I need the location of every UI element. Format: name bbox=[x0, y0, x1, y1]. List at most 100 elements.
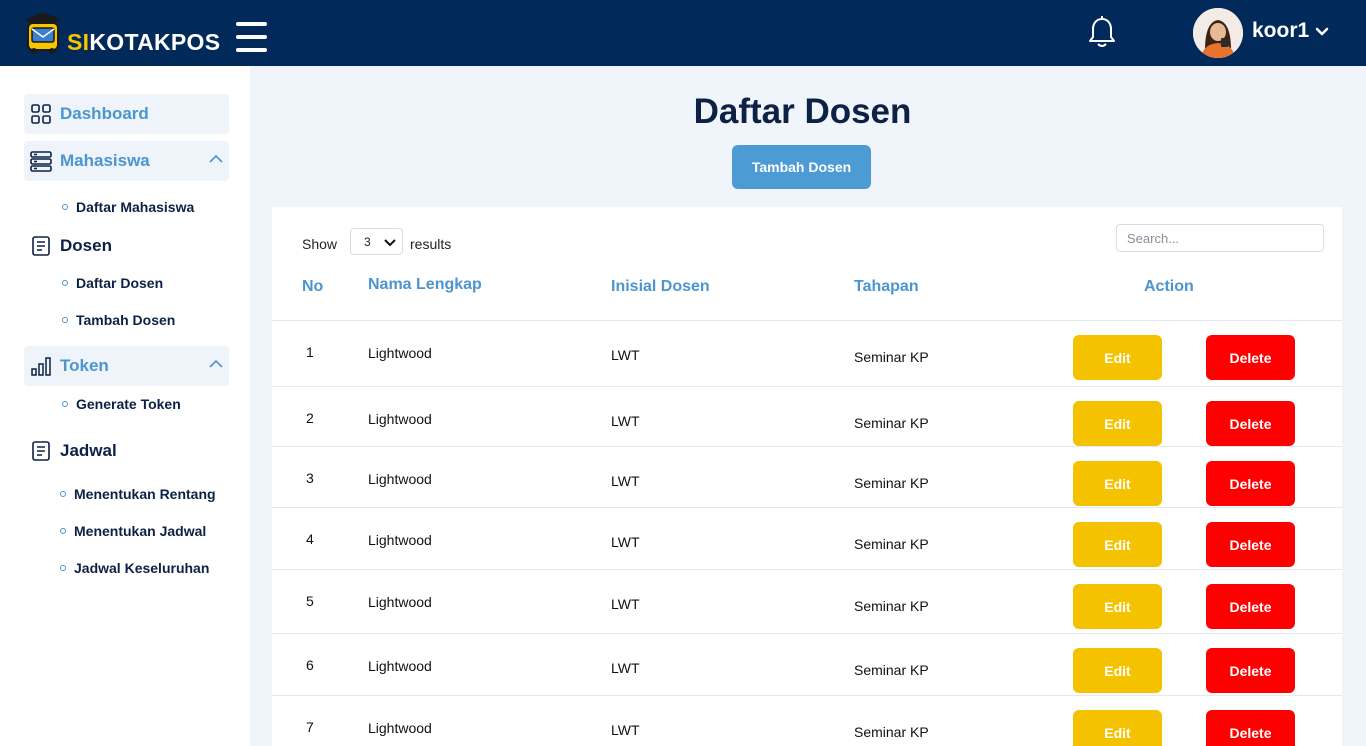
page-size-select[interactable]: 3 bbox=[350, 228, 403, 255]
delete-button[interactable]: Delete bbox=[1206, 522, 1295, 567]
edit-button[interactable]: Edit bbox=[1073, 522, 1162, 567]
sidebar-subitem-label: Jadwal Keseluruhan bbox=[74, 560, 210, 576]
sidebar-subitem-label: Daftar Dosen bbox=[76, 275, 164, 291]
grid-icon bbox=[31, 104, 51, 124]
delete-button[interactable]: Delete bbox=[1206, 335, 1295, 380]
sidebar-item-dashboard[interactable]: Dashboard bbox=[24, 94, 229, 134]
delete-button[interactable]: Delete bbox=[1206, 648, 1295, 693]
sidebar-subitem-daftar-dosen[interactable]: Daftar Dosen bbox=[62, 275, 163, 291]
delete-button[interactable]: Delete bbox=[1206, 584, 1295, 629]
table-row: 3 Lightwood LWT Seminar KP Edit Delete bbox=[272, 447, 1342, 508]
document-icon bbox=[32, 236, 50, 256]
column-header-nama: Nama Lengkap bbox=[368, 276, 482, 293]
sidebar-subitem-menentukan-rentang[interactable]: Menentukan Rentang bbox=[60, 486, 216, 502]
edit-button[interactable]: Edit bbox=[1073, 584, 1162, 629]
column-header-tahapan: Tahapan bbox=[854, 278, 919, 295]
chevron-up-icon[interactable] bbox=[209, 359, 223, 369]
cell-nama: Lightwood bbox=[368, 658, 432, 674]
sidebar-item-label: Dosen bbox=[60, 236, 112, 255]
sidebar-item-token[interactable]: Token bbox=[24, 346, 229, 386]
delete-button[interactable]: Delete bbox=[1206, 710, 1295, 746]
sidebar-item-dosen[interactable]: Dosen bbox=[24, 226, 229, 266]
cell-tahapan: Seminar KP bbox=[854, 475, 929, 491]
table-row: 4 Lightwood LWT Seminar KP Edit Delete bbox=[272, 508, 1342, 570]
username[interactable]: koor1 bbox=[1252, 19, 1309, 43]
sidebar-item-label: Mahasiswa bbox=[60, 151, 150, 170]
sidebar-item-label: Token bbox=[60, 356, 109, 375]
edit-button[interactable]: Edit bbox=[1073, 648, 1162, 693]
sidebar-subitem-label: Daftar Mahasiswa bbox=[76, 199, 195, 215]
dosen-table-card: Show 3 results No Nama Lengkap Inisial D… bbox=[272, 207, 1342, 746]
page-title: Daftar Dosen bbox=[693, 92, 912, 131]
search-input[interactable] bbox=[1116, 224, 1324, 252]
cell-nama: Lightwood bbox=[368, 471, 432, 487]
cell-nama: Lightwood bbox=[368, 594, 432, 610]
edit-button[interactable]: Edit bbox=[1073, 461, 1162, 506]
sidebar-subitem-label: Generate Token bbox=[76, 396, 181, 412]
cell-no: 1 bbox=[306, 344, 314, 360]
cell-inisial: LWT bbox=[611, 722, 640, 738]
avatar[interactable] bbox=[1193, 8, 1243, 58]
sidebar-subitem-jadwal-keseluruhan[interactable]: Jadwal Keseluruhan bbox=[60, 560, 209, 576]
chevron-down-icon bbox=[384, 239, 396, 247]
cell-inisial: LWT bbox=[611, 413, 640, 429]
column-header-action: Action bbox=[1144, 278, 1194, 295]
edit-button[interactable]: Edit bbox=[1073, 335, 1162, 380]
hamburger-icon[interactable] bbox=[236, 22, 267, 52]
chevron-down-icon[interactable] bbox=[1315, 26, 1329, 38]
delete-button[interactable]: Delete bbox=[1206, 461, 1295, 506]
table-row: 5 Lightwood LWT Seminar KP Edit Delete bbox=[272, 570, 1342, 634]
table-row: 7 Lightwood LWT Seminar KP Edit Delete bbox=[272, 696, 1342, 746]
cell-nama: Lightwood bbox=[368, 720, 432, 736]
cell-nama: Lightwood bbox=[368, 532, 432, 548]
cell-inisial: LWT bbox=[611, 660, 640, 676]
table-row: 6 Lightwood LWT Seminar KP Edit Delete bbox=[272, 634, 1342, 696]
edit-button[interactable]: Edit bbox=[1073, 710, 1162, 746]
sidebar-subitem-label: Menentukan Jadwal bbox=[74, 523, 207, 539]
results-label: results bbox=[410, 236, 452, 252]
cell-no: 7 bbox=[306, 719, 314, 735]
server-icon bbox=[30, 151, 52, 172]
document-icon bbox=[32, 441, 50, 461]
brand-name[interactable]: SIKOTAKPOS bbox=[67, 29, 220, 56]
cell-no: 2 bbox=[306, 410, 314, 426]
cell-inisial: LWT bbox=[611, 596, 640, 612]
show-label: Show bbox=[302, 236, 338, 252]
sidebar-subitem-label: Tambah Dosen bbox=[76, 312, 176, 328]
column-header-no: No bbox=[302, 278, 324, 295]
sidebar-subitem-tambah-dosen[interactable]: Tambah Dosen bbox=[62, 312, 175, 328]
cell-tahapan: Seminar KP bbox=[854, 724, 929, 740]
table-row: 2 Lightwood LWT Seminar KP Edit Delete bbox=[272, 387, 1342, 447]
cell-tahapan: Seminar KP bbox=[854, 598, 929, 614]
edit-button[interactable]: Edit bbox=[1073, 401, 1162, 446]
delete-button[interactable]: Delete bbox=[1206, 401, 1295, 446]
table-row: 1 Lightwood LWT Seminar KP Edit Delete bbox=[272, 321, 1342, 387]
sidebar-item-mahasiswa[interactable]: Mahasiswa bbox=[24, 141, 229, 181]
cell-inisial: LWT bbox=[611, 534, 640, 550]
brand-suffix: KOTAKPOS bbox=[89, 29, 221, 55]
cell-no: 6 bbox=[306, 657, 314, 673]
sidebar-subitem-generate-token[interactable]: Generate Token bbox=[62, 396, 181, 412]
page-size-value: 3 bbox=[364, 235, 371, 249]
cell-inisial: LWT bbox=[611, 347, 640, 363]
cell-tahapan: Seminar KP bbox=[854, 349, 929, 365]
brand-prefix: SI bbox=[67, 29, 90, 55]
cell-tahapan: Seminar KP bbox=[854, 536, 929, 552]
sidebar-subitem-daftar-mahasiswa[interactable]: Daftar Mahasiswa bbox=[62, 199, 194, 215]
sidebar-subitem-label: Menentukan Rentang bbox=[74, 486, 216, 502]
sidebar: Dashboard Mahasiswa Daftar Mahasiswa Dos… bbox=[0, 66, 250, 746]
sidebar-item-label: Jadwal bbox=[60, 441, 117, 460]
chevron-up-icon[interactable] bbox=[209, 154, 223, 164]
cell-no: 3 bbox=[306, 470, 314, 486]
bell-icon[interactable] bbox=[1088, 16, 1116, 48]
cell-no: 4 bbox=[306, 531, 314, 547]
cell-no: 5 bbox=[306, 593, 314, 609]
sidebar-item-label: Dashboard bbox=[60, 104, 149, 123]
cell-inisial: LWT bbox=[611, 473, 640, 489]
tambah-dosen-button[interactable]: Tambah Dosen bbox=[732, 145, 871, 189]
cell-nama: Lightwood bbox=[368, 345, 432, 361]
sidebar-subitem-menentukan-jadwal[interactable]: Menentukan Jadwal bbox=[60, 523, 206, 539]
sidebar-item-jadwal[interactable]: Jadwal bbox=[24, 431, 229, 471]
mailbox-bus-logo-icon[interactable] bbox=[22, 11, 64, 55]
bar-chart-icon bbox=[31, 357, 51, 376]
